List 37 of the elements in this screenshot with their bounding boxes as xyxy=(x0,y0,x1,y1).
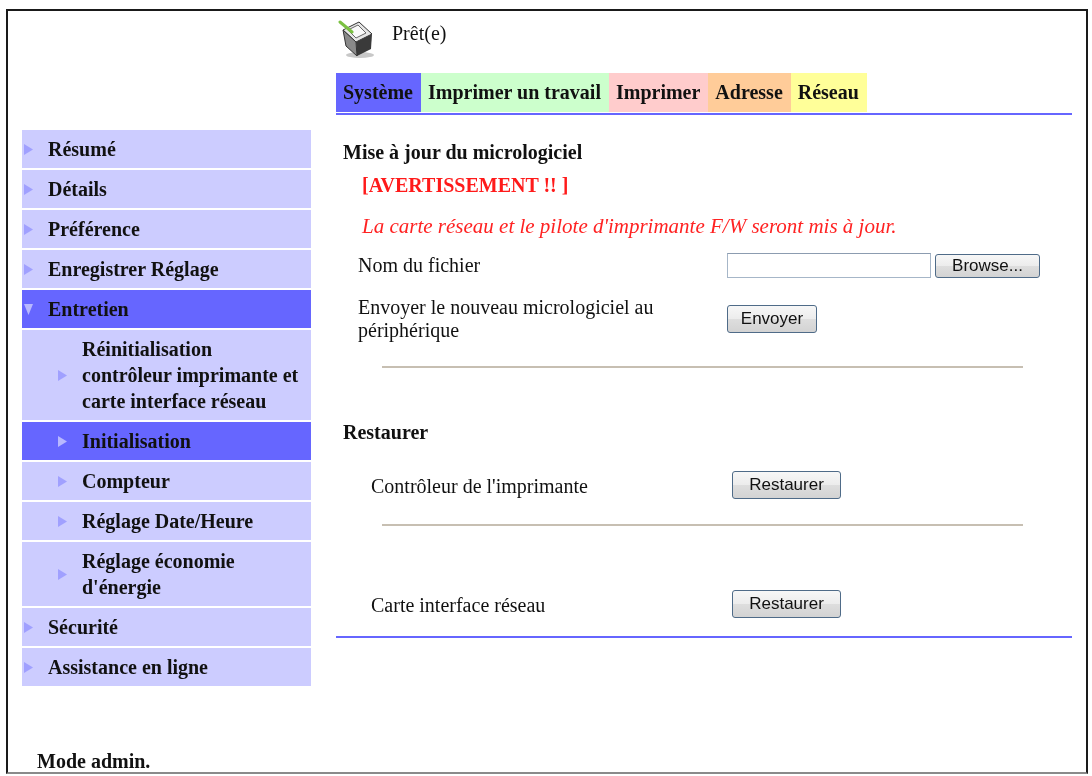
sidebar-item[interactable]: Réinitialisation contrôleur imprimante et carte interface réseau xyxy=(22,330,311,420)
sidebar-item[interactable]: Réglage Date/Heure xyxy=(22,502,311,540)
browse-button[interactable]: Browse... xyxy=(935,253,1040,278)
status-text: Prêt(e) xyxy=(392,21,447,45)
restore-button[interactable]: Restaurer xyxy=(732,590,841,618)
tab[interactable]: Imprimer un travail xyxy=(421,73,609,112)
sidebar-item[interactable]: Résumé xyxy=(22,130,311,168)
restore-button[interactable]: Restaurer xyxy=(732,471,841,499)
tab[interactable]: Réseau xyxy=(790,73,867,112)
send-button[interactable]: Envoyer xyxy=(727,305,817,333)
tab[interactable]: Imprimer xyxy=(608,73,709,112)
field-label: Envoyer le nouveau micrologiciel au périphérique xyxy=(357,296,655,342)
warning-text: La carte réseau et le pilote d'imprimante F/W seront mis à jour. xyxy=(361,214,898,238)
sidebar-item[interactable]: Entretien xyxy=(22,290,311,328)
triangle-right-icon xyxy=(58,475,67,487)
sidebar-item[interactable]: Préférence xyxy=(22,210,311,248)
sidebar-item[interactable]: Initialisation xyxy=(22,422,311,460)
sidebar-item[interactable]: Détails xyxy=(22,170,311,208)
sidebar-item[interactable]: Enregistrer Réglage xyxy=(22,250,311,288)
tab[interactable]: Adresse xyxy=(708,73,791,112)
section-title: Mise à jour du micrologiciel xyxy=(342,140,584,164)
sidebar-item[interactable]: Réglage économie d'énergie xyxy=(22,542,311,606)
triangle-right-icon xyxy=(58,568,67,580)
triangle-right-icon xyxy=(58,435,67,447)
field-label: Carte interface réseau xyxy=(370,593,547,617)
sidebar-item[interactable]: Sécurité xyxy=(22,608,311,646)
sidebar-item[interactable]: Compteur xyxy=(22,462,311,500)
triangle-right-icon xyxy=(58,369,67,381)
section-title: Restaurer xyxy=(342,420,430,444)
field-label: Contrôleur de l'imprimante xyxy=(370,474,589,498)
tab[interactable]: Système xyxy=(336,73,421,112)
warning-title: [AVERTISSEMENT !! ] xyxy=(361,173,570,197)
file-name-field[interactable] xyxy=(727,253,931,278)
sidebar-item[interactable]: Assistance en ligne xyxy=(22,648,311,686)
mode-label: Mode admin. xyxy=(36,750,152,772)
triangle-right-icon xyxy=(58,515,67,527)
field-label: Nom du fichier xyxy=(357,254,482,277)
